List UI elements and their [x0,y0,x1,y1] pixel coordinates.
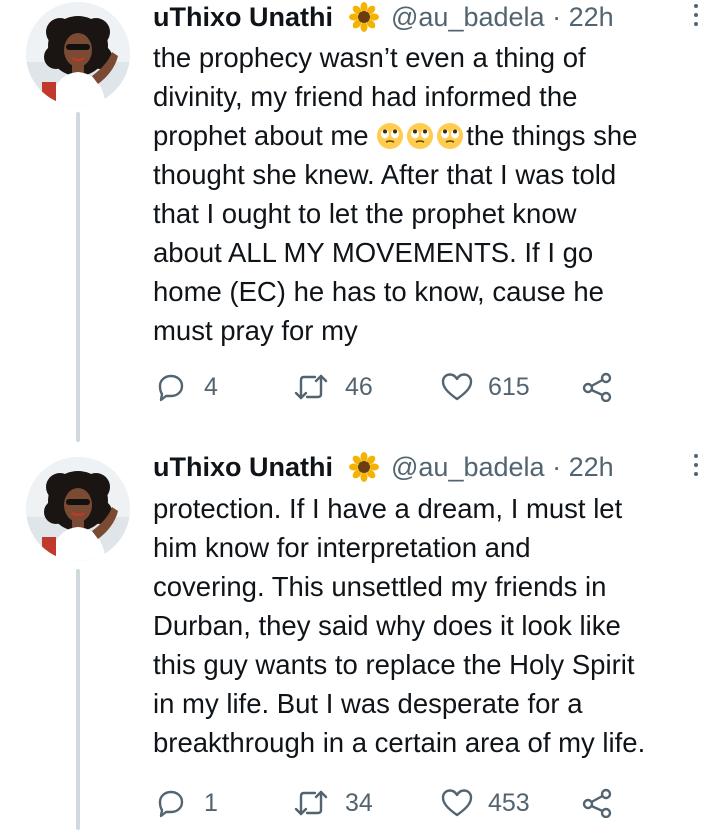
thread-connector-line [76,112,80,442]
tweet-text-line: that I ought to let the prophet know [153,198,577,229]
tweet-text: protection. If I have a dream, I must le… [153,489,713,762]
author-name[interactable]: uThixo Unathi [153,452,333,483]
author-handle-and-time[interactable]: @au_badela · 22h [391,2,614,33]
tweet-text-line: in my life. But I was desperate for a [153,688,583,719]
sunflower-icon [349,452,379,482]
share-icon [582,788,612,818]
tweet-header: uThixo Unathi @au_badela · 22h [153,450,698,486]
retweet-icon [294,790,328,816]
heart-icon [441,373,473,401]
tweet-thread: uThixo Unathi @au_badela · 22h the proph… [0,0,720,830]
author-name[interactable]: uThixo Unathi [153,2,333,33]
reply-icon [158,374,184,402]
tweet-actions: 4 46 615 [156,369,626,403]
like-count: 615 [488,373,530,401]
avatar-photo [26,2,130,106]
tweet-actions: 1 34 453 [156,785,626,819]
dot-separator: · [552,2,562,32]
more-options-icon[interactable] [688,4,704,30]
reply-count: 1 [204,789,218,817]
tweet-text-line: home (EC) he has to know, cause he [153,276,604,307]
tweet-time[interactable]: 22h [569,2,614,32]
tweet-text-line: thought she knew. After that I was told [153,159,617,190]
tweet-text-line: prophet about me the things she [153,116,713,155]
tweet[interactable]: uThixo Unathi @au_badela · 22h the proph… [0,0,720,445]
sunflower-icon [349,2,379,32]
more-options-icon[interactable] [688,454,704,480]
tweet-text-line: must pray for my [153,315,358,346]
tweet-header: uThixo Unathi @au_badela · 22h [153,0,698,36]
tweet-text-line: divinity, my friend had informed the [153,81,578,112]
dot-separator: · [552,452,562,482]
face-with-rolling-eyes-icon [407,123,434,149]
tweet-text-line: about ALL MY MOVEMENTS. If I go [153,237,594,268]
tweet-text-line: the prophecy wasn’t even a thing of [153,42,586,73]
retweet-count: 46 [345,373,373,401]
like-count: 453 [488,789,530,817]
retweet-icon [294,374,328,400]
tweet-text-segment: prophet about me [153,120,377,151]
author-handle-and-time[interactable]: @au_badela · 22h [391,452,614,483]
retweet-count: 34 [345,789,373,817]
tweet-text-line: Durban, they said why does it look like [153,610,621,641]
thread-connector-line [76,569,80,830]
avatar-photo [26,457,130,561]
tweet-text-line: covering. This unsettled my friends in [153,571,607,602]
share-icon [582,372,612,402]
tweet-text: the prophecy wasn’t even a thing of divi… [153,38,713,350]
tweet-text-line: protection. If I have a dream, I must le… [153,493,623,524]
tweet-text-segment: the things she [466,120,638,151]
face-with-rolling-eyes-icon [437,123,464,149]
avatar[interactable] [26,457,130,561]
reply-icon [158,790,184,818]
heart-icon [441,789,473,817]
face-with-rolling-eyes-icon [377,123,404,149]
tweet-text-line: this guy wants to replace the Holy Spiri… [153,649,635,680]
author-handle[interactable]: @au_badela [391,452,545,482]
tweet-time[interactable]: 22h [569,452,614,482]
author-handle[interactable]: @au_badela [391,2,545,32]
tweet[interactable]: uThixo Unathi @au_badela · 22h protectio… [0,445,720,830]
avatar[interactable] [26,2,130,106]
tweet-text-line: him know for interpretation and [153,532,531,563]
reply-count: 4 [204,373,218,401]
tweet-text-line: breakthrough in a certain area of my lif… [153,727,646,758]
